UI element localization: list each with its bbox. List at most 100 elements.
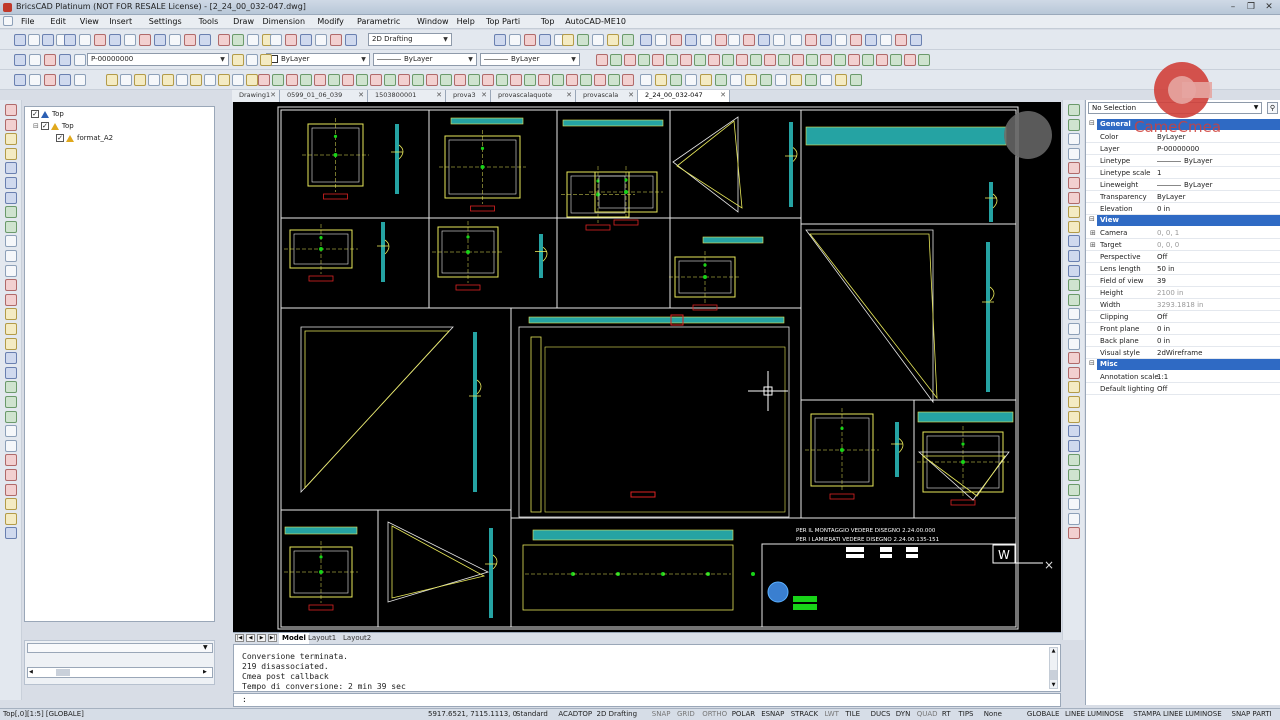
status-snap-parti[interactable]: SNAP PARTI (1232, 710, 1272, 718)
modify-tool-icon[interactable] (594, 74, 606, 86)
properties-tool-icon[interactable] (29, 54, 41, 66)
properties-tool-icon[interactable] (736, 54, 748, 66)
section-misc[interactable]: Misc (1097, 359, 1280, 370)
property-value[interactable]: 39 (1157, 275, 1166, 287)
modify-tool-icon[interactable] (1068, 293, 1080, 306)
status-tips[interactable]: TIPS (959, 710, 974, 718)
close-tab-icon[interactable]: ✕ (628, 90, 634, 101)
modify-tool-icon[interactable] (670, 74, 682, 86)
property-row[interactable]: Back plane 0 in (1086, 335, 1280, 347)
property-value[interactable]: 2100 in (1157, 287, 1183, 299)
menu-insert[interactable]: Insert (109, 17, 132, 26)
close-tab-icon[interactable]: ✕ (720, 90, 726, 101)
draw-tool-icon[interactable] (5, 366, 17, 379)
modify-tool-icon[interactable] (700, 74, 712, 86)
workspace-select[interactable]: 2D Drafting ▼ (368, 33, 452, 46)
modify-tool-icon[interactable] (162, 74, 174, 86)
status-rt[interactable]: RT (942, 710, 951, 718)
tab-layout1[interactable]: Layout1 (305, 633, 339, 644)
status-standard[interactable]: Standard (516, 710, 548, 718)
checkbox-checked-icon[interactable]: ✓ (56, 134, 64, 142)
model-space-canvas[interactable]: PER IL MONTAGGIO VEDERE DISEGNO 2.24.00.… (233, 102, 1061, 632)
modify-tool-icon[interactable] (384, 74, 396, 86)
modify-tool-icon[interactable] (482, 74, 494, 86)
standard-tool-icon[interactable] (670, 34, 682, 46)
standard-tool-icon[interactable] (773, 34, 785, 46)
draw-tool-icon[interactable] (5, 235, 17, 248)
modify-tool-icon[interactable] (622, 74, 634, 86)
standard-tool-icon[interactable] (139, 34, 151, 46)
modify-tool-icon[interactable] (1068, 235, 1080, 248)
standard-tool-icon[interactable] (577, 34, 589, 46)
modify-tool-icon[interactable] (1068, 206, 1080, 219)
document-icon[interactable] (3, 16, 13, 26)
draw-tool-icon[interactable] (5, 454, 17, 467)
menu-edit[interactable]: Edit (50, 17, 66, 26)
standard-tool-icon[interactable] (154, 34, 166, 46)
modify-tool-icon[interactable] (580, 74, 592, 86)
properties-tool-icon[interactable] (638, 54, 650, 66)
properties-tool-icon[interactable] (624, 54, 636, 66)
property-row[interactable]: ⊞ Target 0, 0, 0 (1086, 239, 1280, 251)
status-ortho[interactable]: ORTHO (702, 710, 727, 718)
draw-tool-icon[interactable] (5, 352, 17, 365)
close-tab-icon[interactable]: ✕ (270, 90, 276, 101)
standard-tool-icon[interactable] (345, 34, 357, 46)
modify-tool-icon[interactable] (1068, 162, 1080, 175)
tab-1503800001[interactable]: 1503800001 ✕ (368, 90, 446, 102)
minimize-button[interactable]: – (1225, 1, 1241, 13)
property-row[interactable]: Layer P-00000000 (1086, 143, 1280, 155)
draw-tool-icon[interactable] (5, 279, 17, 292)
modify-tool-icon[interactable] (328, 74, 340, 86)
close-tab-icon[interactable]: ✕ (436, 90, 442, 101)
modify-tool-icon[interactable] (204, 74, 216, 86)
draw-tool-icon[interactable] (5, 191, 17, 204)
standard-tool-icon[interactable] (700, 34, 712, 46)
menu-dimension[interactable]: Dimension (263, 17, 306, 26)
modify-tool-icon[interactable] (685, 74, 697, 86)
collapse-icon[interactable]: ⊟ (33, 122, 39, 130)
modify-tool-icon[interactable] (120, 74, 132, 86)
draw-tool-icon[interactable] (5, 104, 17, 116)
modify-tool-icon[interactable] (1068, 469, 1080, 481)
properties-tool-icon[interactable] (848, 54, 860, 66)
properties-tool-icon[interactable] (246, 54, 258, 66)
modify-tool-icon[interactable] (760, 74, 772, 86)
draw-tool-icon[interactable] (5, 323, 17, 335)
scroll-down-icon[interactable]: ▼ (1050, 682, 1057, 688)
collapse-section-icon[interactable]: ⊟ (1089, 359, 1095, 367)
standard-tool-icon[interactable] (640, 34, 652, 46)
modify-tool-icon[interactable] (1068, 337, 1080, 350)
draw-tool-icon[interactable] (5, 425, 17, 438)
chevron-down-icon[interactable]: ▼ (203, 644, 208, 651)
draw-tool-icon[interactable] (5, 264, 17, 277)
property-row[interactable]: Width 3293.1818 in (1086, 299, 1280, 311)
properties-tool-icon[interactable] (610, 54, 622, 66)
layer-select[interactable]: P-00000000 ▼ (87, 53, 229, 66)
properties-tool-icon[interactable] (890, 54, 902, 66)
properties-tool-icon[interactable] (59, 54, 71, 66)
status-2d-drafting[interactable]: 2D Drafting (597, 710, 638, 718)
property-value[interactable]: 0 in (1157, 323, 1170, 335)
modify-tool-icon[interactable] (314, 74, 326, 86)
properties-tool-icon[interactable] (778, 54, 790, 66)
modify-tool-icon[interactable] (552, 74, 564, 86)
standard-tool-icon[interactable] (169, 34, 181, 46)
properties-tool-icon[interactable] (74, 54, 86, 66)
expand-icon[interactable]: ⊞ (1090, 239, 1096, 251)
status-lwt[interactable]: LWT (825, 710, 839, 718)
modify-tool-icon[interactable] (1068, 177, 1080, 189)
modify-tool-icon[interactable] (272, 74, 284, 86)
modify-tool-icon[interactable] (1068, 308, 1080, 321)
standard-tool-icon[interactable] (607, 34, 619, 46)
tab-drawing1[interactable]: Drawing1 ✕ (232, 90, 280, 102)
modify-tool-icon[interactable] (246, 74, 258, 86)
app-icon[interactable] (3, 3, 12, 12)
tree-item-top-child[interactable]: ⊟ ✓ Top (33, 122, 74, 130)
expand-icon[interactable]: ⊞ (1090, 227, 1096, 239)
modify-tool-icon[interactable] (1068, 323, 1080, 335)
properties-tool-icon[interactable] (792, 54, 804, 66)
standard-tool-icon[interactable] (285, 34, 297, 46)
property-row[interactable]: Visual style 2dWireframe (1086, 347, 1280, 359)
scroll-left-icon[interactable]: ◀ (29, 669, 37, 676)
